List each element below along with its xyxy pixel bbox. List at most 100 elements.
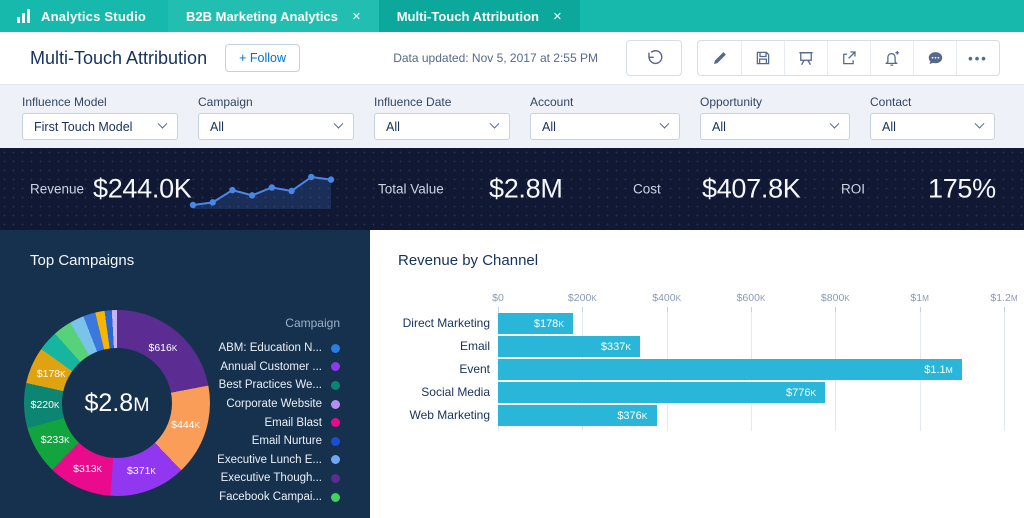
donut-slice-label: $371K (127, 465, 156, 477)
campaign-donut-chart[interactable]: $2.8M $616K$444K$371K$313K$233K$220K$178… (24, 310, 210, 496)
legend-item-abm-education-n[interactable]: ABM: Education N... (200, 339, 340, 358)
save-icon (754, 49, 772, 67)
filter-dropdown-influence-date[interactable]: All (374, 113, 510, 140)
notification-add-icon (883, 49, 901, 67)
bar-value-label: $376K (617, 410, 656, 422)
cost-kpi-label: Cost (633, 182, 661, 197)
x-tick-label: $600K (737, 292, 766, 304)
legend-item-corporate-website[interactable]: Corporate Website (200, 395, 340, 414)
legend-dot (331, 493, 340, 502)
page-title: Multi-Touch Attribution (30, 48, 207, 69)
donut-center-total: $2.8M (85, 389, 150, 418)
subscribe-button[interactable] (870, 41, 913, 75)
bar-direct-marketing[interactable]: $178K (498, 313, 573, 334)
more-ellipsis-icon: ••• (968, 51, 988, 66)
comments-icon (926, 49, 945, 68)
filter-dropdown-contact[interactable]: All (870, 113, 995, 140)
legend-dot (331, 381, 340, 390)
category-labels: Direct MarketingEmailEventSocial MediaWe… (370, 312, 490, 427)
legend-dot (331, 418, 340, 427)
bar-chart-logo-icon (16, 9, 32, 23)
chevron-down-icon (830, 119, 840, 129)
legend-title: Campaign (200, 316, 340, 330)
chevron-down-icon (490, 119, 500, 129)
tab-close-icon[interactable]: × (352, 8, 361, 25)
gridline (1004, 312, 1005, 431)
bar-event[interactable]: $1.1M (498, 359, 962, 380)
x-axis-ticks: $0$200K$400K$600K$800K$1M$1.2M (498, 292, 1004, 312)
chevron-down-icon (158, 119, 168, 129)
revenue-by-channel-panel: Revenue by Channel $0$200K$400K$600K$800… (370, 230, 1024, 518)
legend-dot (331, 437, 340, 446)
chevron-down-icon (660, 119, 670, 129)
bar-email[interactable]: $337K (498, 336, 640, 357)
filter-influence-date: Influence Date All (374, 95, 510, 148)
filter-label: Opportunity (700, 95, 850, 109)
total-value-kpi-value: $2.8M (489, 174, 563, 205)
category-label-web-marketing: Web Marketing (370, 404, 490, 427)
undo-button[interactable] (627, 41, 681, 75)
comments-button[interactable] (913, 41, 956, 75)
filter-dropdown-opportunity[interactable]: All (700, 113, 850, 140)
bar-web-marketing[interactable]: $376K (498, 405, 657, 426)
dashboard-body: Top Campaigns $2.8M $616K$444K$371K$313K… (0, 230, 1024, 518)
bar-social-media[interactable]: $776K (498, 382, 825, 403)
tab-b2b-marketing-analytics[interactable]: B2B Marketing Analytics× (168, 0, 379, 32)
x-tick-label: $1M (910, 292, 929, 304)
chevron-down-icon (975, 119, 985, 129)
filter-bar: Influence Model First Touch Model Campaign… (0, 85, 1024, 148)
share-button[interactable] (827, 41, 870, 75)
legend-dot (331, 400, 340, 409)
legend-item-annual-customer[interactable]: Annual Customer ... (200, 358, 340, 377)
analytics-studio-home[interactable]: Analytics Studio (0, 0, 168, 32)
bar-value-label: $337K (601, 341, 640, 353)
filter-label: Contact (870, 95, 995, 109)
legend-item-email-blast[interactable]: Email Blast (200, 413, 340, 432)
edit-button[interactable] (698, 41, 741, 75)
revenue-sparkline (188, 165, 336, 213)
filter-dropdown-account[interactable]: All (530, 113, 680, 140)
chevron-down-icon (334, 119, 344, 129)
bar-value-label: $1.1M (924, 364, 962, 376)
legend-item-executive-though[interactable]: Executive Though... (200, 469, 340, 488)
undo-icon (645, 49, 664, 68)
category-label-email: Email (370, 335, 490, 358)
filter-campaign: Campaign All (198, 95, 354, 148)
filter-account: AccountAll (530, 95, 680, 148)
bar-plot-area: $178K $337K $1.1M $776K $376K (498, 312, 1004, 431)
present-icon (797, 49, 815, 67)
present-button[interactable] (784, 41, 827, 75)
filter-label: Influence Date (374, 95, 510, 109)
legend-item-email-nurture[interactable]: Email Nurture (200, 432, 340, 451)
follow-button[interactable]: + Follow (225, 44, 300, 72)
filter-label: Influence Model (22, 95, 178, 109)
category-label-social-media: Social Media (370, 381, 490, 404)
filter-dropdown-influence-model[interactable]: First Touch Model (22, 113, 178, 140)
legend-dot (331, 344, 340, 353)
revenue-kpi-value: $244.0K (93, 174, 192, 205)
bar-value-label: $178K (534, 318, 573, 330)
revenue-by-channel-title: Revenue by Channel (398, 252, 538, 269)
app-title: Analytics Studio (41, 9, 146, 24)
filter-label: Campaign (198, 95, 354, 109)
save-button[interactable] (741, 41, 784, 75)
donut-slice-label: $616K (148, 342, 177, 354)
donut-slice-label: $178K (37, 368, 66, 380)
donut-slice-label: $444K (171, 419, 200, 431)
roi-kpi-value: 175% (928, 174, 996, 205)
dashboard-header: Multi-Touch Attribution + Follow Data up… (0, 32, 1024, 85)
share-icon (840, 49, 858, 67)
filter-dropdown-campaign[interactable]: All (198, 113, 354, 140)
legend-item-executive-lunch-e[interactable]: Executive Lunch E... (200, 451, 340, 470)
tab-multi-touch-attribution[interactable]: Multi-Touch Attribution× (379, 0, 580, 32)
legend-dot (331, 455, 340, 464)
top-campaigns-title: Top Campaigns (30, 252, 134, 269)
legend-item-best-practices-we[interactable]: Best Practices We... (200, 376, 340, 395)
tab-close-icon[interactable]: × (553, 8, 562, 25)
toolbar: ••• (697, 40, 1000, 76)
more-button[interactable]: ••• (956, 41, 999, 75)
campaign-legend: Campaign ABM: Education N...Annual Custo… (200, 316, 340, 506)
x-tick-label: $400K (652, 292, 681, 304)
category-label-direct-marketing: Direct Marketing (370, 312, 490, 335)
legend-item-facebook-campai[interactable]: Facebook Campai... (200, 488, 340, 507)
